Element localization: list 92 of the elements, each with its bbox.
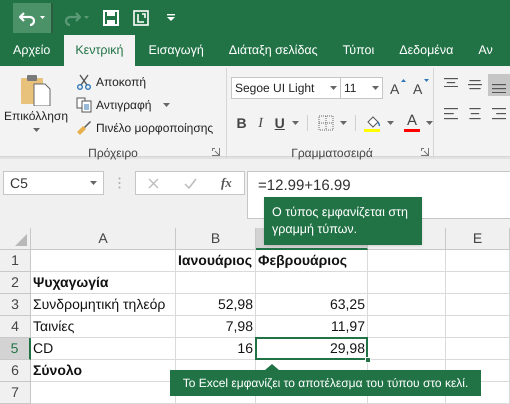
formula-tooltip: Ο τύπος εμφανίζεται στη γραμμή τύπων. — [264, 197, 422, 245]
row-header[interactable]: 5 — [0, 338, 31, 360]
format-painter-button[interactable]: Πινέλο μορφοποίησης — [76, 119, 214, 137]
up-triangle-icon — [401, 79, 406, 82]
undo-button[interactable] — [13, 2, 53, 32]
table-cell: 29,98 — [256, 338, 368, 360]
table-cell: 7,98 — [176, 316, 256, 338]
caret-icon[interactable] — [426, 121, 433, 125]
row-header[interactable]: 2 — [0, 272, 31, 294]
caret-icon[interactable] — [340, 121, 348, 125]
caret-icon — [40, 16, 45, 19]
formula-text: =12.99+16.99 — [258, 177, 351, 194]
down-triangle-icon — [424, 79, 429, 82]
caret-icon — [32, 128, 40, 132]
table-cell — [446, 250, 510, 272]
table-cell — [446, 338, 510, 360]
ribbon-tab[interactable]: Αρχείο — [2, 35, 62, 66]
font-color-button[interactable]: A — [404, 113, 420, 133]
table-cell: 11,97 — [256, 316, 368, 338]
table-cell: 16 — [176, 338, 256, 360]
lines-icon — [468, 80, 482, 90]
table-cell — [446, 316, 510, 338]
table-cell: 63,25 — [256, 294, 368, 316]
column-header[interactable]: A — [31, 228, 176, 250]
row-header[interactable]: 6 — [0, 360, 31, 382]
caret-icon[interactable] — [387, 121, 394, 125]
tooltip-pointer-icon — [264, 364, 278, 370]
ribbon-tab[interactable]: Αν — [467, 35, 504, 66]
ribbon-tab[interactable]: Διάταξη σελίδας — [218, 35, 329, 66]
undo-icon — [19, 10, 37, 26]
font-size-field[interactable]: 11 — [341, 77, 383, 99]
copy-button[interactable]: Αντιγραφή — [76, 96, 214, 114]
font-name-value: Segoe UI Light — [235, 80, 314, 97]
scissors-icon — [76, 74, 92, 90]
align-bottom-button[interactable] — [488, 74, 510, 96]
borders-icon[interactable] — [318, 115, 334, 131]
table-cell — [446, 294, 510, 316]
touch-mode-icon — [133, 10, 149, 26]
row-header[interactable]: 1 — [0, 250, 31, 272]
table-cell: Ψυχαγωγία — [31, 272, 176, 294]
cell-reference: C5 — [10, 174, 28, 192]
dialog-launcher-icon[interactable] — [212, 148, 220, 156]
redo-icon — [63, 10, 81, 26]
table-cell — [446, 272, 510, 294]
ribbon-tab[interactable]: Κεντρική — [64, 35, 134, 66]
caret-icon — [163, 103, 170, 107]
cut-button[interactable]: Αποκοπή — [76, 73, 214, 91]
table-cell: Φεβρουάριος — [256, 250, 368, 272]
caret-icon[interactable] — [372, 86, 379, 90]
caret-icon[interactable] — [90, 181, 97, 185]
italic-button[interactable]: I — [252, 113, 270, 133]
table-cell: Συνδρομητική τηλεόρ — [31, 294, 176, 316]
column-header[interactable]: E — [446, 228, 510, 250]
paste-button[interactable]: Επικόλληση — [0, 68, 72, 136]
paint-bucket-icon[interactable] — [364, 114, 382, 132]
name-box[interactable]: C5 — [3, 171, 104, 195]
dialog-launcher-icon[interactable] — [421, 148, 429, 156]
result-tooltip: Το Excel εμφανίζει το αποτέλεσμα του τύπου στο κελί. — [170, 364, 481, 396]
lines-icon — [468, 108, 482, 120]
caret-icon[interactable] — [330, 86, 337, 90]
table-cell: Ταινίες — [31, 316, 176, 338]
lines-icon — [444, 108, 458, 120]
font-size-value: 11 — [344, 80, 356, 97]
caret-icon — [84, 16, 89, 19]
decrease-font-size-button[interactable]: A — [413, 78, 429, 98]
row-header[interactable]: 7 — [0, 382, 31, 404]
ribbon-tab[interactable]: Τύποι — [332, 35, 386, 66]
underline-button[interactable]: U — [271, 113, 288, 133]
table-cell: CD — [31, 338, 176, 360]
ribbon-tab[interactable]: Εισαγωγή — [138, 35, 215, 66]
ribbon-tab[interactable]: Δεδομένα — [388, 35, 464, 66]
group-label: Γραμματοσειρά — [291, 145, 373, 162]
caret-icon[interactable] — [292, 121, 300, 125]
copy-icon — [76, 97, 92, 113]
fill-handle[interactable] — [365, 357, 371, 363]
row-header[interactable]: 4 — [0, 316, 31, 338]
brush-icon — [76, 120, 92, 136]
table-cell: Ιανουάριος — [176, 250, 256, 272]
group-label: Πρόχειρο — [88, 145, 138, 162]
lines-icon — [492, 84, 506, 93]
clipboard-icon — [21, 74, 51, 106]
insert-function-button[interactable]: fx — [220, 173, 232, 193]
increase-font-size-button[interactable]: A — [390, 78, 406, 98]
row-header[interactable]: 3 — [0, 294, 31, 316]
lines-icon — [492, 108, 506, 120]
caret-icon — [167, 14, 175, 22]
bold-button[interactable]: B — [233, 113, 250, 133]
lines-icon — [444, 78, 458, 88]
save-icon — [103, 10, 119, 26]
font-name-field[interactable]: Segoe UI Light — [231, 77, 341, 99]
table-cell: 52,98 — [176, 294, 256, 316]
column-header[interactable]: B — [176, 228, 256, 250]
